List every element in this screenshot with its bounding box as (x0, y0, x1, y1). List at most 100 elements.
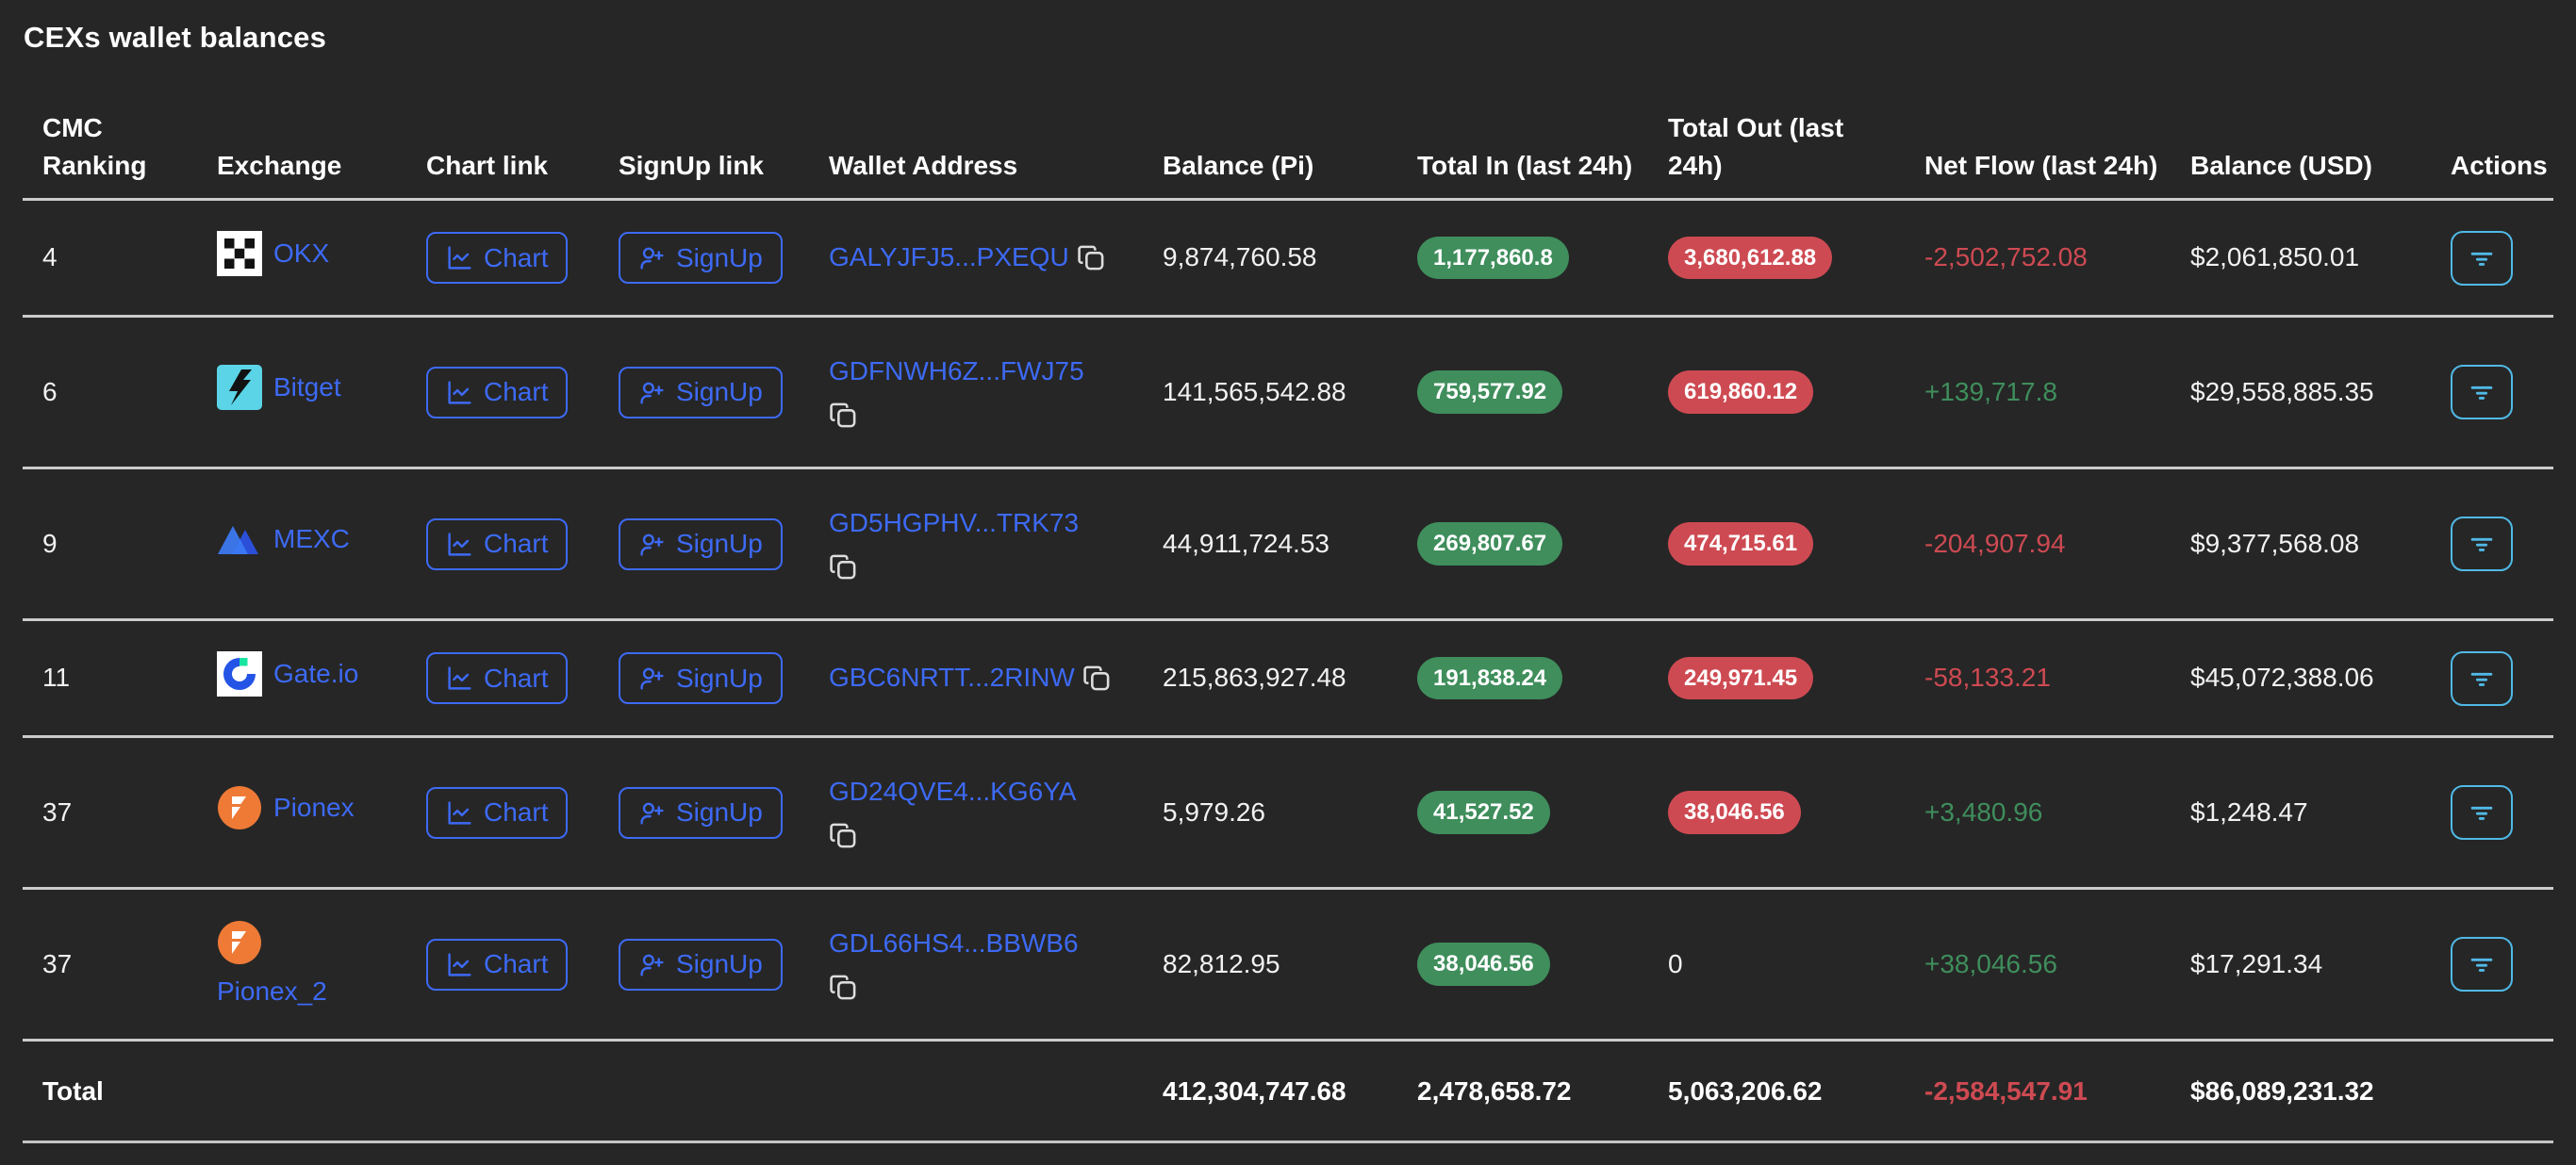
wallet-inner: GALYJFJ5...PXEQU (829, 240, 1106, 274)
copy-icon (829, 552, 858, 582)
copy-address-button[interactable] (829, 552, 858, 582)
signup-link-button[interactable]: SignUp (619, 232, 783, 284)
chart-link-button[interactable]: Chart (426, 652, 569, 704)
table-row: 11 Gate.io Chart SignUp GBC6NRTT...2RINW 215,… (23, 621, 2553, 738)
column-header-total_in: Total In (last 24h) (1417, 151, 1633, 180)
row-actions-button[interactable] (2451, 785, 2513, 840)
row-actions-button[interactable] (2451, 230, 2513, 286)
row-actions-button[interactable] (2451, 517, 2513, 571)
exchange-link[interactable]: OKX (273, 237, 329, 271)
copy-icon (829, 821, 858, 850)
column-header-balance_pi: Balance (Pi) (1163, 151, 1314, 180)
wallet-address-link[interactable]: GDFNWH6Z...FWJ75 (829, 354, 1084, 388)
wallet-address-cell: GD24QVE4...KG6YA (829, 775, 1163, 849)
filter-icon (2469, 379, 2495, 405)
total-in-badge: 191,838.24 (1417, 656, 1563, 700)
wallet-address-link[interactable]: GD5HGPHV...TRK73 (829, 506, 1079, 540)
table-row: 4 OKX Chart SignUp GALYJFJ5...PXEQU 9,874,760… (23, 201, 2553, 318)
total-in-cell: 269,807.67 (1417, 522, 1668, 566)
exchange-cell: OKX (217, 230, 426, 285)
signup-link-button[interactable]: SignUp (619, 517, 783, 570)
net-flow-value: -58,133.21 (1924, 663, 2051, 693)
pionex-logo-icon (217, 785, 262, 830)
chart-link-cell: Chart (426, 786, 619, 839)
chart-button-label: Chart (484, 242, 549, 272)
chart-link-button[interactable]: Chart (426, 517, 569, 570)
chart-link-button[interactable]: Chart (426, 938, 569, 991)
exchange-inner: Pionex_2 (217, 920, 332, 1009)
actions-cell (2451, 937, 2553, 992)
actions-cell (2451, 517, 2553, 571)
signup-link-button[interactable]: SignUp (619, 652, 783, 704)
net-flow-cell: -58,133.21 (1924, 661, 2190, 695)
total-out-cell: 249,971.45 (1668, 656, 1924, 700)
chart-button-label: Chart (484, 377, 549, 406)
wallet-address-link[interactable]: GALYJFJ5...PXEQU (829, 240, 1069, 274)
chart-link-button[interactable]: Chart (426, 786, 569, 839)
balance-usd-value: $1,248.47 (2190, 796, 2308, 827)
balance-usd-value: $45,072,388.06 (2190, 663, 2374, 693)
signup-button-label: SignUp (676, 529, 763, 558)
total-out-cell: 38,046.56 (1668, 791, 1924, 834)
wallet-address-cell: GD5HGPHV...TRK73 (829, 506, 1163, 581)
user-plus-icon (638, 799, 666, 827)
exchange-link[interactable]: Gate.io (273, 657, 358, 691)
actions-cell (2451, 650, 2553, 706)
copy-icon (1077, 243, 1106, 272)
signup-link-cell: SignUp (619, 366, 829, 418)
total-out-badge: 249,971.45 (1668, 656, 1814, 700)
copy-icon (829, 401, 858, 430)
wallet-address-link[interactable]: GD24QVE4...KG6YA (829, 775, 1077, 809)
row-actions-button[interactable] (2451, 365, 2513, 419)
cmc-ranking-cell: 4 (42, 242, 58, 272)
balance-usd-value: $2,061,850.01 (2190, 242, 2360, 272)
signup-link-button[interactable]: SignUp (619, 786, 783, 839)
column-header-ranking: CMC Ranking (42, 113, 147, 180)
row-actions-button[interactable] (2451, 937, 2513, 992)
total-in-cell: 191,838.24 (1417, 656, 1668, 700)
total-out-cell: 474,715.61 (1668, 522, 1924, 566)
chart-link-button[interactable]: Chart (426, 366, 569, 418)
signup-link-button[interactable]: SignUp (619, 366, 783, 418)
bitget-logo-icon (217, 365, 262, 411)
balance-pi-value: 215,863,927.48 (1163, 663, 1346, 693)
chart-button-label: Chart (484, 529, 549, 558)
net-flow-value: -204,907.94 (1924, 528, 2066, 558)
wallet-address-link[interactable]: GBC6NRTT...2RINW (829, 661, 1075, 695)
balance-pi-value: 82,812.95 (1163, 948, 1280, 978)
total-out-badge: 38,046.56 (1668, 791, 1801, 834)
balance-usd-value: $9,377,568.08 (2190, 528, 2360, 558)
exchange-link[interactable]: Pionex (273, 791, 355, 825)
chart-button-label: Chart (484, 797, 549, 827)
copy-address-button[interactable] (829, 973, 858, 1002)
wallet-inner: GBC6NRTT...2RINW (829, 661, 1112, 695)
total-in-badge: 38,046.56 (1417, 943, 1550, 986)
table-total-row: Total 412,304,747.68 2,478,658.72 5,063,… (23, 1042, 2553, 1143)
total-out-badge: 474,715.61 (1668, 522, 1814, 566)
net-flow-value: +3,480.96 (1924, 796, 2043, 827)
copy-address-button[interactable] (829, 401, 858, 430)
chart-icon (446, 799, 473, 827)
signup-button-label: SignUp (676, 949, 763, 978)
exchange-link[interactable]: Bitget (273, 370, 341, 404)
row-actions-button[interactable] (2451, 650, 2513, 706)
balance-usd-value: $17,291.34 (2190, 948, 2323, 978)
total-out-cell: 3,680,612.88 (1668, 236, 1924, 280)
user-plus-icon (638, 244, 666, 271)
copy-address-button[interactable] (829, 821, 858, 850)
wallet-address-link[interactable]: GDL66HS4...BBWB6 (829, 927, 1079, 960)
exchange-link[interactable]: MEXC (273, 522, 350, 556)
net-flow-value: -2,502,752.08 (1924, 242, 2088, 272)
copy-address-button[interactable] (1082, 664, 1112, 693)
chart-link-button[interactable]: Chart (426, 232, 569, 284)
signup-link-cell: SignUp (619, 517, 829, 570)
signup-link-cell: SignUp (619, 938, 829, 991)
exchange-cell: Bitget (217, 365, 426, 418)
exchange-link[interactable]: Pionex_2 (217, 975, 327, 1009)
copy-address-button[interactable] (1077, 243, 1106, 272)
wallet-inner: GDL66HS4...BBWB6 (829, 927, 1112, 1001)
total-in-cell: 759,577.92 (1417, 370, 1668, 414)
signup-link-button[interactable]: SignUp (619, 938, 783, 991)
signup-link-cell: SignUp (619, 652, 829, 704)
cmc-ranking-cell: 37 (42, 948, 73, 978)
